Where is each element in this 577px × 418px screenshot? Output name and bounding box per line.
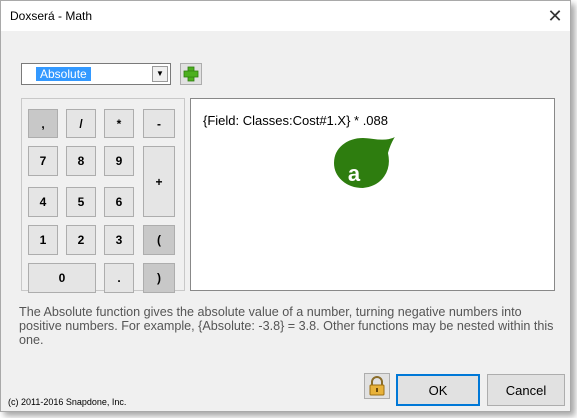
function-select-value: Absolute xyxy=(36,67,91,81)
callout-label: a xyxy=(347,161,361,186)
add-function-button[interactable] xyxy=(180,63,202,85)
key-decimal[interactable]: . xyxy=(104,263,134,293)
lock-button[interactable] xyxy=(364,373,390,399)
key-plus[interactable]: + xyxy=(143,146,175,217)
window-title: Doxserá - Math xyxy=(10,9,93,23)
key-open-paren[interactable]: ( xyxy=(143,225,175,255)
function-description: The Absolute function gives the absolute… xyxy=(19,305,554,347)
green-plus-icon xyxy=(183,66,199,82)
key-6[interactable]: 6 xyxy=(104,187,134,217)
key-8[interactable]: 8 xyxy=(66,146,96,176)
key-4[interactable]: 4 xyxy=(28,187,58,217)
function-select[interactable]: Absolute ▼ xyxy=(21,63,171,85)
lock-icon xyxy=(369,376,385,396)
key-3[interactable]: 3 xyxy=(104,225,134,255)
key-7[interactable]: 7 xyxy=(28,146,58,176)
key-0[interactable]: 0 xyxy=(28,263,96,293)
formula-text: {Field: Classes:Cost#1.X} * .088 xyxy=(203,113,388,128)
cancel-button[interactable]: Cancel xyxy=(487,374,565,406)
ok-button[interactable]: OK xyxy=(396,374,480,406)
title-bar: Doxserá - Math ✕ xyxy=(1,1,570,31)
key-divide[interactable]: / xyxy=(66,109,96,138)
key-5[interactable]: 5 xyxy=(66,187,96,217)
math-dialog: Doxserá - Math ✕ Absolute ▼ , / * - 7 8 … xyxy=(0,0,571,412)
key-1[interactable]: 1 xyxy=(28,225,58,255)
key-close-paren[interactable]: ) xyxy=(143,263,175,293)
key-multiply[interactable]: * xyxy=(104,109,134,138)
chevron-down-icon[interactable]: ▼ xyxy=(152,66,168,82)
key-2[interactable]: 2 xyxy=(66,225,96,255)
copyright-text: (c) 2011-2016 Snapdone, Inc. xyxy=(8,397,127,407)
key-comma[interactable]: , xyxy=(28,109,58,138)
close-button[interactable]: ✕ xyxy=(540,1,570,31)
key-minus[interactable]: - xyxy=(143,109,175,138)
key-9[interactable]: 9 xyxy=(104,146,134,176)
